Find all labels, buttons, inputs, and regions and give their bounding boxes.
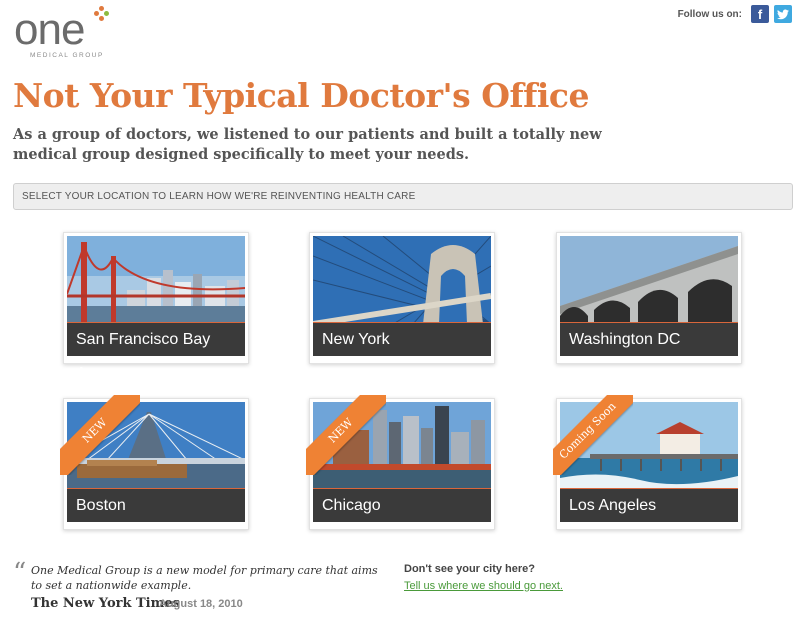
social-follow: Follow us on: f [678,5,792,23]
washington-dc-photo [560,236,738,324]
city-name: San Francisco Bay Area [67,322,245,382]
san-francisco-photo [67,236,245,324]
twitter-icon[interactable] [774,5,792,23]
coming-soon-ribbon: Coming Soon [553,395,633,475]
press-date: August 18, 2010 [159,598,243,610]
follow-label: Follow us on: [677,8,742,20]
one-medical-logo[interactable]: one MEDICAL GROUP [14,6,124,62]
page-subhead: As a group of doctors, we listened to ou… [13,126,602,163]
new-york-photo [313,236,491,324]
city-request-link[interactable]: Tell us where we should go next. [404,580,563,592]
location-selector-bar: SELECT YOUR LOCATION TO LEARN HOW WE'RE … [13,183,793,210]
press-source: The New York Times [31,596,180,611]
city-name: Washington DC [560,322,738,356]
new-ribbon: NEW [60,395,140,475]
city-request-title: Don't see your city here? [404,563,535,575]
city-card-boston[interactable]: Boston NEW [60,395,249,530]
logo-wordmark: one [14,5,85,54]
city-card-new-york[interactable]: New York [309,232,495,364]
facebook-icon[interactable]: f [751,5,769,23]
city-card-los-angeles[interactable]: Los Angeles Coming Soon [553,395,742,530]
city-card-chicago[interactable]: Chicago NEW [306,395,495,530]
city-name: Los Angeles [560,488,738,522]
quote-mark-icon: “ [13,558,27,588]
city-name: Chicago [313,488,491,522]
city-card-washington-dc[interactable]: Washington DC [556,232,742,364]
city-name: New York [313,322,491,356]
city-name: Boston [67,488,245,522]
logo-dots-icon [94,6,110,22]
press-quote: One Medical Group is a new model for pri… [31,564,378,592]
new-ribbon: NEW [306,395,386,475]
logo-subtitle: MEDICAL GROUP [30,52,104,59]
city-card-san-francisco[interactable]: San Francisco Bay Area [63,232,249,382]
page-headline: Not Your Typical Doctor's Office [13,76,590,115]
